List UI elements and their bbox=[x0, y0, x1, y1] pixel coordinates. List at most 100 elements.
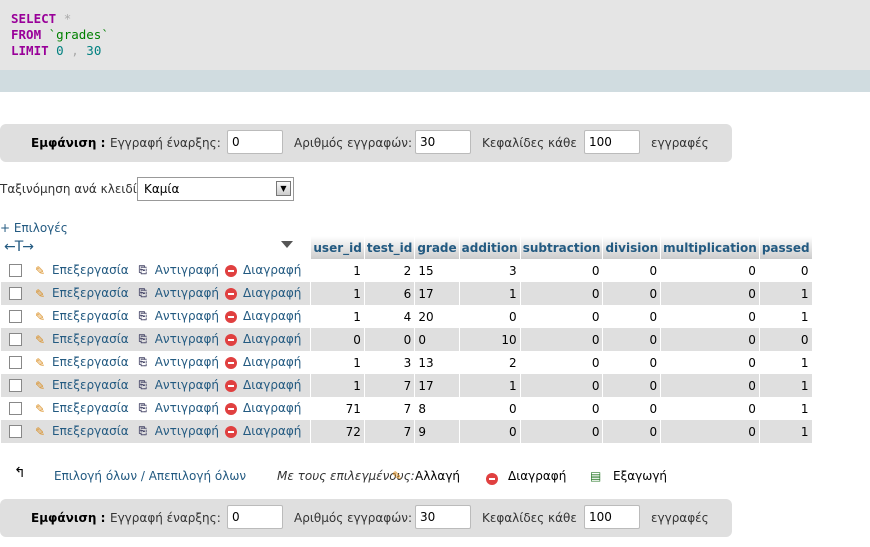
delete-icon[interactable] bbox=[225, 264, 238, 277]
table-cell-grade[interactable]: 17 bbox=[414, 282, 460, 305]
pencil-icon[interactable]: ✎ bbox=[32, 379, 48, 393]
table-cell-test_id[interactable]: 4 bbox=[363, 305, 415, 328]
delete-selected-button[interactable]: Διαγραφή bbox=[508, 469, 566, 483]
delete-link[interactable]: Διαγραφή bbox=[243, 309, 301, 323]
column-header[interactable]: division bbox=[602, 236, 661, 259]
table-cell-subtraction[interactable]: 0 bbox=[519, 420, 603, 443]
row-checkbox[interactable] bbox=[9, 287, 22, 301]
table-cell-passed[interactable]: 1 bbox=[758, 351, 812, 374]
pencil-icon[interactable]: ✎ bbox=[392, 469, 402, 483]
delete-icon[interactable] bbox=[225, 333, 238, 346]
row-checkbox[interactable] bbox=[9, 379, 22, 393]
change-button[interactable]: Αλλαγή bbox=[415, 469, 460, 483]
edit-link[interactable]: Επεξεργασία bbox=[52, 424, 129, 438]
table-cell-division[interactable]: 0 bbox=[602, 397, 661, 420]
table-cell-grade[interactable]: 8 bbox=[414, 397, 460, 420]
table-cell-multiplication[interactable]: 0 bbox=[660, 420, 760, 443]
table-cell-addition[interactable]: 0 bbox=[458, 397, 521, 420]
table-cell-subtraction[interactable]: 0 bbox=[519, 374, 603, 397]
column-header[interactable]: subtraction bbox=[519, 236, 603, 259]
copy-link[interactable]: Αντιγραφή bbox=[155, 286, 219, 300]
edit-link[interactable]: Επεξεργασία bbox=[52, 378, 129, 392]
row-count-input[interactable] bbox=[415, 130, 471, 154]
pencil-icon[interactable]: ✎ bbox=[32, 402, 48, 416]
delete-icon[interactable] bbox=[225, 310, 238, 323]
edit-link[interactable]: Επεξεργασία bbox=[52, 355, 129, 369]
table-cell-test_id[interactable]: 6 bbox=[363, 282, 415, 305]
table-cell-test_id[interactable]: 3 bbox=[363, 351, 415, 374]
table-cell-addition[interactable]: 0 bbox=[458, 305, 521, 328]
table-cell-test_id[interactable]: 7 bbox=[363, 397, 415, 420]
table-cell-user_id[interactable]: 1 bbox=[310, 282, 365, 305]
start-record-input[interactable] bbox=[227, 505, 283, 529]
table-cell-passed[interactable]: 0 bbox=[758, 259, 812, 282]
column-header[interactable]: user_id bbox=[310, 236, 365, 259]
pencil-icon[interactable]: ✎ bbox=[32, 264, 48, 278]
start-record-input[interactable] bbox=[227, 130, 283, 154]
table-cell-division[interactable]: 0 bbox=[602, 305, 661, 328]
copy-icon[interactable]: ⎘ bbox=[135, 264, 151, 278]
edit-link[interactable]: Επεξεργασία bbox=[52, 263, 129, 277]
row-checkbox[interactable] bbox=[9, 356, 22, 370]
row-checkbox[interactable] bbox=[9, 402, 22, 416]
table-cell-division[interactable]: 0 bbox=[602, 328, 661, 351]
table-cell-multiplication[interactable]: 0 bbox=[660, 282, 760, 305]
copy-link[interactable]: Αντιγραφή bbox=[155, 378, 219, 392]
column-header[interactable]: grade bbox=[414, 236, 460, 259]
table-cell-multiplication[interactable]: 0 bbox=[660, 374, 760, 397]
row-checkbox[interactable] bbox=[9, 333, 22, 347]
pencil-icon[interactable]: ✎ bbox=[32, 356, 48, 370]
delete-link[interactable]: Διαγραφή bbox=[243, 378, 301, 392]
table-cell-grade[interactable]: 0 bbox=[414, 328, 460, 351]
delete-icon[interactable] bbox=[225, 287, 238, 300]
copy-link[interactable]: Αντιγραφή bbox=[155, 309, 219, 323]
table-cell-multiplication[interactable]: 0 bbox=[660, 328, 760, 351]
delete-link[interactable]: Διαγραφή bbox=[243, 286, 301, 300]
select-all-link[interactable]: Επιλογή όλων / Απεπιλογή όλων bbox=[54, 469, 246, 483]
delete-icon[interactable] bbox=[225, 356, 238, 369]
pencil-icon[interactable]: ✎ bbox=[32, 287, 48, 301]
table-cell-grade[interactable]: 17 bbox=[414, 374, 460, 397]
table-cell-division[interactable]: 0 bbox=[602, 420, 661, 443]
table-cell-test_id[interactable]: 2 bbox=[363, 259, 415, 282]
delete-link[interactable]: Διαγραφή bbox=[243, 424, 301, 438]
table-cell-subtraction[interactable]: 0 bbox=[519, 351, 603, 374]
table-cell-user_id[interactable]: 1 bbox=[310, 259, 365, 282]
edit-link[interactable]: Επεξεργασία bbox=[52, 309, 129, 323]
copy-link[interactable]: Αντιγραφή bbox=[155, 401, 219, 415]
headers-every-input[interactable] bbox=[584, 505, 640, 529]
table-cell-passed[interactable]: 1 bbox=[758, 282, 812, 305]
table-cell-subtraction[interactable]: 0 bbox=[519, 282, 603, 305]
copy-icon[interactable]: ⎘ bbox=[135, 310, 151, 324]
table-cell-grade[interactable]: 15 bbox=[414, 259, 460, 282]
table-cell-multiplication[interactable]: 0 bbox=[660, 351, 760, 374]
copy-icon[interactable]: ⎘ bbox=[135, 402, 151, 416]
delete-icon[interactable] bbox=[225, 379, 238, 392]
table-cell-addition[interactable]: 2 bbox=[458, 351, 521, 374]
table-cell-passed[interactable]: 1 bbox=[758, 397, 812, 420]
export-button[interactable]: Εξαγωγή bbox=[613, 469, 667, 483]
row-checkbox[interactable] bbox=[9, 310, 22, 324]
table-cell-subtraction[interactable]: 0 bbox=[519, 305, 603, 328]
table-cell-user_id[interactable]: 1 bbox=[310, 351, 365, 374]
edit-link[interactable]: Επεξεργασία bbox=[52, 401, 129, 415]
table-cell-division[interactable]: 0 bbox=[602, 374, 661, 397]
table-cell-user_id[interactable]: 1 bbox=[310, 305, 365, 328]
headers-every-input[interactable] bbox=[584, 130, 640, 154]
row-checkbox[interactable] bbox=[9, 425, 22, 439]
table-cell-addition[interactable]: 1 bbox=[458, 374, 521, 397]
table-cell-subtraction[interactable]: 0 bbox=[519, 397, 603, 420]
options-link[interactable]: + Επιλογές bbox=[0, 221, 68, 235]
delete-link[interactable]: Διαγραφή bbox=[243, 263, 301, 277]
copy-icon[interactable]: ⎘ bbox=[135, 287, 151, 301]
table-cell-grade[interactable]: 20 bbox=[414, 305, 460, 328]
copy-link[interactable]: Αντιγραφή bbox=[155, 263, 219, 277]
edit-link[interactable]: Επεξεργασία bbox=[52, 286, 129, 300]
delete-icon[interactable] bbox=[225, 425, 238, 438]
export-icon[interactable]: ▤ bbox=[590, 469, 601, 483]
table-cell-addition[interactable]: 3 bbox=[458, 259, 521, 282]
table-cell-addition[interactable]: 1 bbox=[458, 282, 521, 305]
table-cell-user_id[interactable]: 72 bbox=[310, 420, 365, 443]
copy-icon[interactable]: ⎘ bbox=[135, 333, 151, 347]
table-cell-division[interactable]: 0 bbox=[602, 282, 661, 305]
